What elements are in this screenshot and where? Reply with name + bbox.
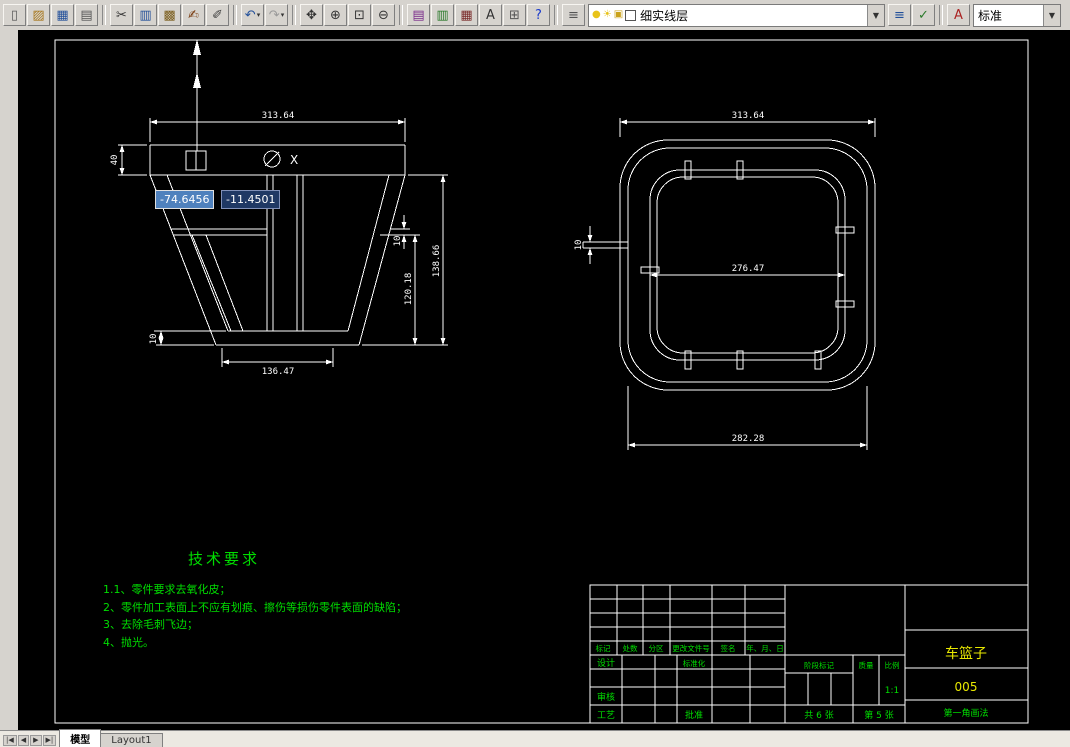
- layer-lock-icon: ▣: [613, 9, 624, 20]
- layers-icon: ≡: [568, 7, 579, 23]
- text-window-icon: A: [486, 7, 495, 23]
- tab-nav-prev-icon[interactable]: ◀: [17, 735, 30, 746]
- text-style-button[interactable]: A: [947, 4, 970, 26]
- plot-icon: ▤: [80, 7, 93, 23]
- layer-properties-manager-icon: ▤: [412, 7, 425, 23]
- text-style-icon: A: [954, 7, 963, 23]
- paste-from-clipboard-button[interactable]: ▩: [158, 4, 181, 26]
- toolbar-separator: [939, 5, 943, 25]
- toolbar-separator: [554, 5, 558, 25]
- cad-application-window: ▯ ▨ ▦ ▤ ✂ ▥ ▩ ✍ ✐ ↶ ▾ ↷ ▾ ✥ ⊕ ⊡ ⊖ ▤ ▥ ▦ A ⊞? ≡ ● ☀ ▣ 细实线层 ▼ ≡ ✓ A …: [0, 0, 1070, 747]
- design-center-button[interactable]: ▦: [455, 4, 478, 26]
- erase-button[interactable]: ✐: [206, 4, 229, 26]
- dropdown-caret-icon[interactable]: ▾: [257, 11, 261, 19]
- text-style-combo[interactable]: 标准 ▼: [973, 3, 1061, 27]
- layer-combo-value: 细实线层: [640, 8, 689, 23]
- tech-requirement-item-3: 3、去除毛刺飞边；: [103, 618, 198, 631]
- tab-nav-first-icon[interactable]: |◀: [3, 735, 17, 746]
- save-drawing-button[interactable]: ▦: [51, 4, 74, 26]
- open-drawing-icon: ▨: [32, 7, 45, 23]
- main-toolbar: ▯ ▨ ▦ ▤ ✂ ▥ ▩ ✍ ✐ ↶ ▾ ↷ ▾ ✥ ⊕ ⊡ ⊖ ▤ ▥ ▦ A ⊞? ≡ ● ☀ ▣ 细实线层 ▼ ≡ ✓ A …: [0, 0, 1070, 31]
- match-properties-button[interactable]: ✍: [182, 4, 205, 26]
- layer-properties-manager-button[interactable]: ▤: [407, 4, 430, 26]
- layer-state-icons: ● ☀ ▣: [589, 9, 637, 21]
- layer-on-bulb-icon: ●: [592, 9, 601, 20]
- make-object-layer-current-icon: ✓: [918, 7, 929, 23]
- toolbar-separator: [399, 5, 403, 25]
- dynamic-input-x-field[interactable]: -74.6456: [155, 190, 215, 209]
- new-drawing-icon: ▯: [10, 7, 19, 23]
- open-drawing-button[interactable]: ▨: [27, 4, 50, 26]
- technical-requirements-note: 技术要求 1.1、零件要求去氧化皮； 2、零件加工表面上不应有划痕、擦伤等损伤零…: [103, 548, 407, 651]
- tech-requirement-item-1: 1.1、零件要求去氧化皮；: [103, 583, 231, 596]
- toolbar-separator: [292, 5, 296, 25]
- match-properties-icon: ✍: [188, 7, 199, 23]
- object-properties-button[interactable]: ▥: [431, 4, 454, 26]
- cut-to-clipboard-icon: ✂: [116, 7, 127, 23]
- tab-nav-last-icon[interactable]: ▶|: [42, 735, 57, 746]
- zoom-previous-button[interactable]: ⊖: [372, 4, 395, 26]
- layer-select-combo[interactable]: ● ☀ ▣ 细实线层 ▼: [588, 3, 885, 27]
- dynamic-input-y-field[interactable]: -11.4501: [221, 190, 281, 209]
- make-object-layer-current-button[interactable]: ✓: [912, 4, 935, 26]
- layer-color-swatch-icon: [625, 9, 637, 21]
- text-window-button[interactable]: A: [479, 4, 502, 26]
- layer-thaw-sun-icon: ☀: [602, 9, 612, 20]
- zoom-previous-icon: ⊖: [378, 7, 389, 23]
- tech-requirement-item-2: 2、零件加工表面上不应有划痕、擦伤等损伤零件表面的缺陷；: [103, 600, 407, 614]
- toolbar-button-row: ▯ ▨ ▦ ▤ ✂ ▥ ▩ ✍ ✐ ↶ ▾ ↷ ▾ ✥ ⊕ ⊡ ⊖ ▤ ▥ ▦ A ⊞? ≡: [3, 4, 585, 26]
- help-icon: ?: [535, 7, 542, 23]
- layer-states-button[interactable]: ≡: [888, 4, 911, 26]
- quick-calc-button[interactable]: ⊞: [503, 4, 526, 26]
- left-gutter: [0, 30, 20, 731]
- cut-to-clipboard-button[interactable]: ✂: [110, 4, 133, 26]
- design-center-icon: ▦: [460, 7, 473, 23]
- layout-tab-bar: |◀ ◀ ▶ ▶| 模型 Layout1: [0, 729, 1070, 747]
- zoom-realtime-icon: ⊕: [330, 7, 341, 23]
- tech-requirement-item-4: 4、抛光。: [103, 635, 154, 649]
- redo-button[interactable]: ↷ ▾: [265, 4, 288, 26]
- tech-requirements-title: 技术要求: [188, 550, 261, 568]
- layer-states-icon: ≡: [894, 7, 905, 23]
- undo-button[interactable]: ↶ ▾: [241, 4, 264, 26]
- undo-icon: ↶: [244, 7, 256, 23]
- dropdown-caret-icon[interactable]: ▾: [281, 11, 285, 19]
- chevron-down-icon[interactable]: ▼: [867, 4, 884, 26]
- save-drawing-icon: ▦: [56, 7, 69, 23]
- pan-realtime-button[interactable]: ✥: [300, 4, 323, 26]
- tab-layout1[interactable]: Layout1: [100, 733, 163, 747]
- zoom-realtime-button[interactable]: ⊕: [324, 4, 347, 26]
- tab-nav-buttons: |◀ ◀ ▶ ▶|: [3, 735, 57, 746]
- copy-to-clipboard-icon: ▥: [139, 7, 152, 23]
- quick-calc-icon: ⊞: [509, 7, 520, 23]
- tab-model[interactable]: 模型: [59, 729, 102, 747]
- zoom-window-icon: ⊡: [354, 7, 365, 23]
- zoom-window-button[interactable]: ⊡: [348, 4, 371, 26]
- chevron-down-icon[interactable]: ▼: [1043, 4, 1060, 26]
- toolbar-right-buttons: ≡ ✓ A: [888, 4, 970, 26]
- help-button[interactable]: ?: [527, 4, 550, 26]
- new-drawing-button[interactable]: ▯: [3, 4, 26, 26]
- copy-to-clipboard-button[interactable]: ▥: [134, 4, 157, 26]
- object-properties-icon: ▥: [436, 7, 449, 23]
- erase-icon: ✐: [212, 7, 223, 23]
- style-combo-value: 标准: [978, 8, 1003, 23]
- toolbar-separator: [102, 5, 106, 25]
- tab-nav-next-icon[interactable]: ▶: [30, 735, 42, 746]
- pan-realtime-icon: ✥: [306, 7, 317, 23]
- plot-button[interactable]: ▤: [75, 4, 98, 26]
- layers-button[interactable]: ≡: [562, 4, 585, 26]
- toolbar-separator: [233, 5, 237, 25]
- redo-icon: ↷: [268, 7, 280, 23]
- paste-from-clipboard-icon: ▩: [163, 7, 176, 23]
